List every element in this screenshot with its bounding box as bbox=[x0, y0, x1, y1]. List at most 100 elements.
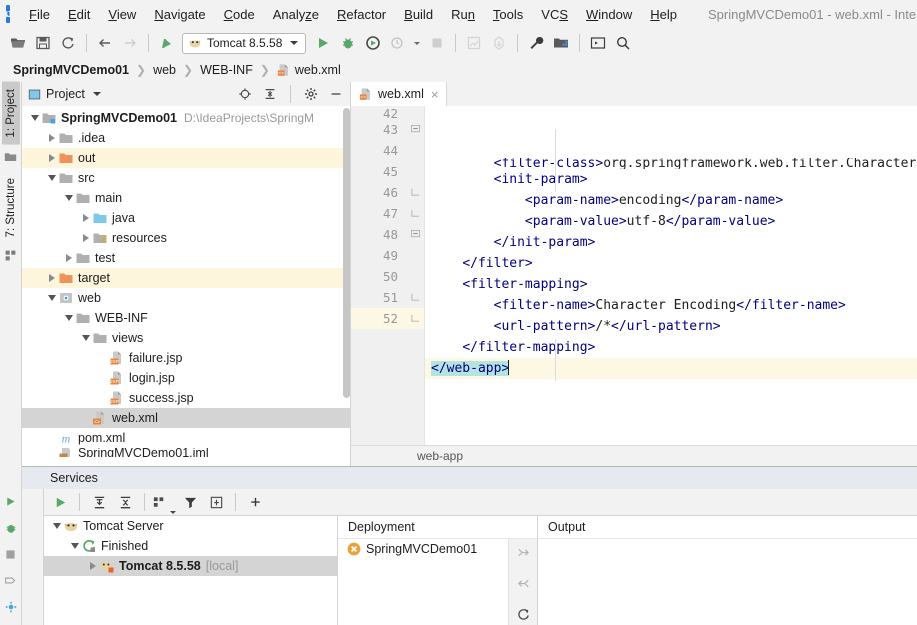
project-tree-item-target[interactable]: target bbox=[22, 268, 350, 288]
filter-icon[interactable] bbox=[178, 490, 202, 514]
add-icon[interactable] bbox=[243, 490, 267, 514]
group-by-icon[interactable] bbox=[152, 490, 176, 514]
chevron-right-icon[interactable] bbox=[45, 274, 58, 282]
code-line[interactable]: </filter> bbox=[425, 253, 917, 274]
gear-icon[interactable] bbox=[301, 84, 321, 104]
chevron-down-icon[interactable] bbox=[79, 335, 92, 341]
menu-item-refactor[interactable]: Refactor bbox=[328, 4, 395, 25]
code-line[interactable]: </init-param> bbox=[425, 232, 917, 253]
terminal-icon[interactable] bbox=[586, 31, 610, 55]
menu-item-edit[interactable]: Edit bbox=[59, 4, 99, 25]
code-line[interactable]: <init-param> bbox=[425, 169, 917, 190]
chevron-down-icon[interactable] bbox=[45, 295, 58, 301]
project-tree-item-web-inf[interactable]: WEB-INF bbox=[22, 308, 350, 328]
sidebar-item-project[interactable]: 1: Project bbox=[2, 82, 20, 145]
project-tree-item-success-jsp[interactable]: JSPsuccess.jsp bbox=[22, 388, 350, 408]
fold-expanded-icon[interactable] bbox=[407, 119, 424, 140]
collapse-all-icon[interactable] bbox=[260, 84, 280, 104]
code-text[interactable]: <filter-class>org.springframework.web.fi… bbox=[425, 106, 917, 445]
open-folder-icon[interactable] bbox=[6, 31, 30, 55]
project-structure-icon[interactable] bbox=[549, 31, 573, 55]
code-view[interactable]: 4243444546474849505152 <filter-class>org… bbox=[351, 106, 917, 445]
project-tree-item-resources[interactable]: resources bbox=[22, 228, 350, 248]
code-line[interactable]: <param-name>encoding</param-name> bbox=[425, 190, 917, 211]
chevron-down-icon[interactable] bbox=[45, 175, 58, 181]
breadcrumb-item-web[interactable]: web bbox=[150, 62, 179, 78]
code-line[interactable]: <filter-class>org.springframework.web.fi… bbox=[425, 158, 917, 169]
run-icon[interactable] bbox=[311, 31, 335, 55]
debug-rail-icon[interactable] bbox=[4, 521, 18, 538]
project-tree-item-failure-jsp[interactable]: JSPfailure.jsp bbox=[22, 348, 350, 368]
fold-end-icon[interactable] bbox=[407, 203, 424, 224]
run-configuration-selector[interactable]: Tomcat 8.5.58 bbox=[182, 33, 306, 54]
expand-all-icon[interactable] bbox=[87, 490, 111, 514]
project-tree-item-views[interactable]: views bbox=[22, 328, 350, 348]
project-tree-item-pom-xml[interactable]: mpom.xml bbox=[22, 428, 350, 448]
breadcrumb-item-file[interactable]: <> web.xml bbox=[274, 62, 344, 78]
menu-item-help[interactable]: Help bbox=[641, 4, 686, 25]
code-line[interactable]: <url-pattern>/*</url-pattern> bbox=[425, 316, 917, 337]
back-arrow-icon[interactable] bbox=[93, 31, 117, 55]
menu-item-view[interactable]: View bbox=[99, 4, 145, 25]
menu-item-run[interactable]: Run bbox=[442, 4, 484, 25]
menu-item-build[interactable]: Build bbox=[395, 4, 442, 25]
vcs-update-icon[interactable] bbox=[155, 31, 179, 55]
chevron-right-icon[interactable] bbox=[45, 134, 58, 142]
deployment-rows[interactable]: SpringMVCDemo01 bbox=[338, 539, 508, 625]
fold-expanded-icon[interactable] bbox=[407, 224, 424, 245]
project-tree-item-idea[interactable]: .idea bbox=[22, 128, 350, 148]
menu-item-window[interactable]: Window bbox=[577, 4, 641, 25]
run-with-coverage-icon[interactable] bbox=[361, 31, 385, 55]
project-tree-item-test[interactable]: test bbox=[22, 248, 350, 268]
chevron-down-icon[interactable] bbox=[28, 115, 41, 121]
editor-breadcrumb-label[interactable]: web-app bbox=[417, 449, 463, 463]
chevron-down-icon[interactable] bbox=[62, 195, 75, 201]
chevron-right-icon[interactable] bbox=[86, 562, 99, 570]
menu-item-code[interactable]: Code bbox=[215, 4, 264, 25]
chevron-right-icon[interactable] bbox=[62, 254, 75, 262]
menu-item-analyze[interactable]: Analyze bbox=[264, 4, 328, 25]
profile-dropdown-chevron-icon[interactable] bbox=[414, 42, 420, 45]
menu-item-navigate[interactable]: Navigate bbox=[145, 4, 214, 25]
code-line[interactable]: </filter-mapping> bbox=[425, 337, 917, 358]
project-tree-item-springmvcdemo01[interactable]: SpringMVCDemo01D:\IdeaProjects\SpringM bbox=[22, 108, 350, 128]
collapse-all-icon[interactable] bbox=[113, 490, 137, 514]
project-tree-item-main[interactable]: main bbox=[22, 188, 350, 208]
redeploy-icon[interactable] bbox=[516, 607, 531, 625]
sync-icon[interactable] bbox=[56, 31, 80, 55]
minimize-icon[interactable] bbox=[326, 84, 346, 104]
rerun-icon[interactable] bbox=[48, 490, 72, 514]
chevron-down-icon[interactable] bbox=[50, 523, 63, 529]
wrench-icon[interactable] bbox=[524, 31, 548, 55]
project-tree-item-web[interactable]: web bbox=[22, 288, 350, 308]
tab-web-xml[interactable]: <> web.xml × bbox=[351, 82, 447, 106]
locate-file-icon[interactable] bbox=[235, 84, 255, 104]
chevron-down-icon[interactable] bbox=[93, 92, 101, 96]
menu-item-tools[interactable]: Tools bbox=[484, 4, 532, 25]
profile-icon[interactable] bbox=[386, 31, 410, 55]
services-tree-item-tomcat-8-5-58[interactable]: Tomcat 8.5.58[local] bbox=[44, 556, 337, 576]
fold-end-icon[interactable] bbox=[407, 308, 424, 329]
run-rail-icon[interactable] bbox=[4, 495, 17, 511]
debug-icon[interactable] bbox=[336, 31, 360, 55]
chevron-down-icon[interactable] bbox=[68, 543, 81, 549]
code-folding-gutter[interactable] bbox=[407, 106, 425, 445]
fold-end-icon[interactable] bbox=[407, 182, 424, 203]
chevron-down-icon[interactable] bbox=[62, 315, 75, 321]
project-tree-item-java[interactable]: java bbox=[22, 208, 350, 228]
chevron-right-icon[interactable] bbox=[79, 234, 92, 242]
project-tree-item-web-xml[interactable]: <>web.xml bbox=[22, 408, 350, 428]
menu-item-vcs[interactable]: VCS bbox=[532, 4, 577, 25]
code-line[interactable]: <param-value>utf-8</param-value> bbox=[425, 211, 917, 232]
sidebar-item-structure[interactable]: 7: Structure bbox=[2, 171, 20, 244]
services-tree-item-tomcat-server[interactable]: Tomcat Server bbox=[44, 516, 337, 536]
save-icon[interactable] bbox=[31, 31, 55, 55]
deployment-row[interactable]: SpringMVCDemo01 bbox=[338, 539, 508, 559]
project-tree-item-login-jsp[interactable]: JSPlogin.jsp bbox=[22, 368, 350, 388]
search-everywhere-icon[interactable] bbox=[611, 31, 635, 55]
project-tree-scrollbar[interactable] bbox=[343, 108, 350, 398]
code-line[interactable]: <filter-mapping> bbox=[425, 274, 917, 295]
chevron-right-icon[interactable] bbox=[45, 154, 58, 162]
deploy-rail-icon[interactable] bbox=[4, 574, 17, 590]
project-tree-item-out[interactable]: out bbox=[22, 148, 350, 168]
